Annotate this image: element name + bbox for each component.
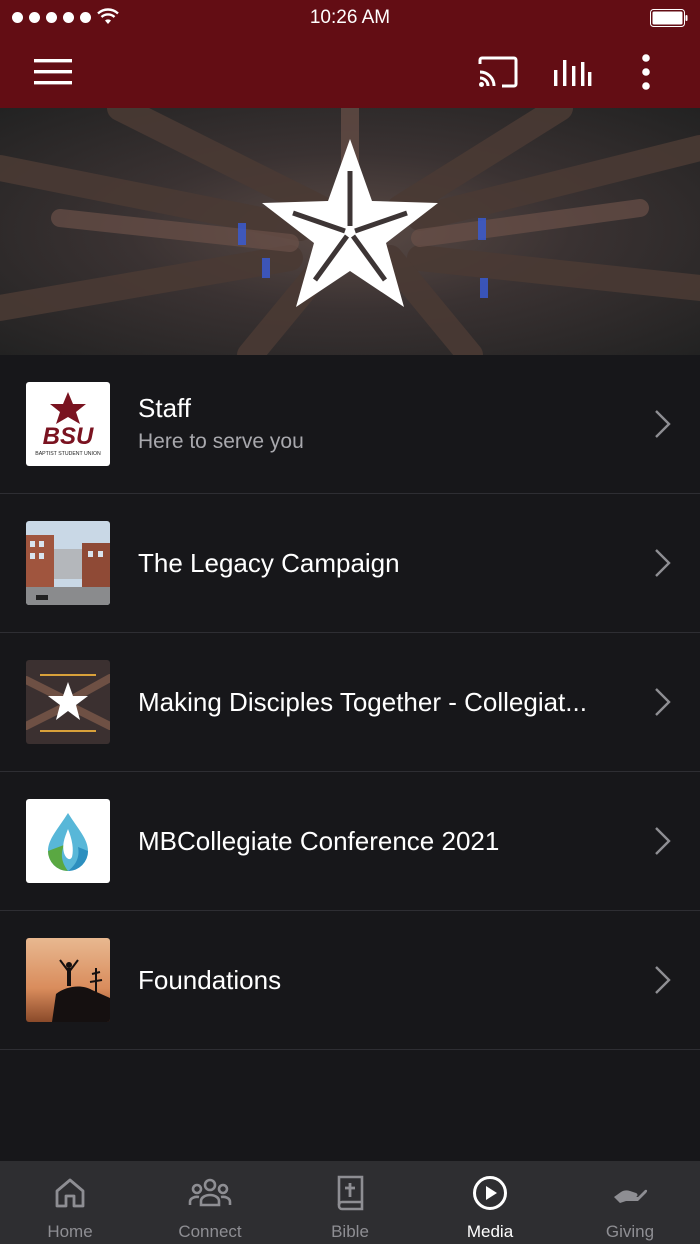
home-icon	[55, 1178, 85, 1208]
cast-icon[interactable]	[474, 52, 522, 92]
list-item-title: Staff	[138, 393, 192, 423]
mbcollegiate-thumbnail	[26, 799, 110, 883]
list-item-mbcollegiate[interactable]: MBCollegiate Conference 2021	[0, 772, 700, 911]
giving-hand-icon	[614, 1189, 648, 1203]
menu-icon[interactable]	[28, 52, 78, 92]
chevron-right-icon	[655, 410, 671, 438]
list-item-title: MBCollegiate Conference 2021	[138, 826, 500, 856]
hands-background	[0, 108, 700, 355]
hero-banner	[0, 108, 700, 355]
people-icon	[188, 1178, 232, 1207]
app-bar	[0, 36, 700, 108]
tab-home[interactable]: Home	[0, 1161, 140, 1244]
tab-bar: Home Connect Bible Media Giving	[0, 1161, 700, 1244]
chevron-right-icon	[655, 688, 671, 716]
foundations-thumbnail	[26, 938, 110, 1022]
chevron-right-icon	[655, 966, 671, 994]
tab-connect[interactable]: Connect	[140, 1161, 280, 1244]
legacy-campaign-thumbnail	[26, 521, 110, 605]
list-item-making-disciples[interactable]: Making Disciples Together - Collegiat...	[0, 633, 700, 772]
list-item-title: The Legacy Campaign	[138, 548, 400, 578]
list-item-staff[interactable]: BSU BAPTIST STUDENT UNION Staff Here to …	[0, 355, 700, 494]
tab-bible[interactable]: Bible	[280, 1161, 420, 1244]
media-list: BSU BAPTIST STUDENT UNION Staff Here to …	[0, 355, 700, 1050]
chevron-right-icon	[655, 549, 671, 577]
play-circle-icon	[473, 1176, 507, 1210]
tab-giving[interactable]: Giving	[560, 1161, 700, 1244]
tab-media[interactable]: Media	[420, 1161, 560, 1244]
more-vert-icon[interactable]	[628, 50, 664, 94]
svg-text:BSU: BSU	[43, 423, 94, 450]
staff-thumbnail: BSU BAPTIST STUDENT UNION	[26, 382, 110, 466]
making-disciples-thumbnail	[26, 660, 110, 744]
list-item-title: Making Disciples Together - Collegiat...	[138, 687, 587, 717]
list-item-foundations[interactable]: Foundations	[0, 911, 700, 1050]
list-item-legacy-campaign[interactable]: The Legacy Campaign	[0, 494, 700, 633]
list-item-title: Foundations	[138, 965, 282, 995]
status-bar: 10:26 AM	[0, 0, 700, 36]
list-item-subtitle: Here to serve you	[138, 430, 304, 453]
chevron-right-icon	[655, 827, 671, 855]
battery-icon	[650, 9, 688, 27]
equalizer-icon[interactable]	[548, 52, 596, 92]
status-time: 10:26 AM	[309, 7, 391, 28]
svg-text:BAPTIST STUDENT UNION: BAPTIST STUDENT UNION	[35, 451, 101, 457]
bible-icon	[337, 1175, 364, 1211]
